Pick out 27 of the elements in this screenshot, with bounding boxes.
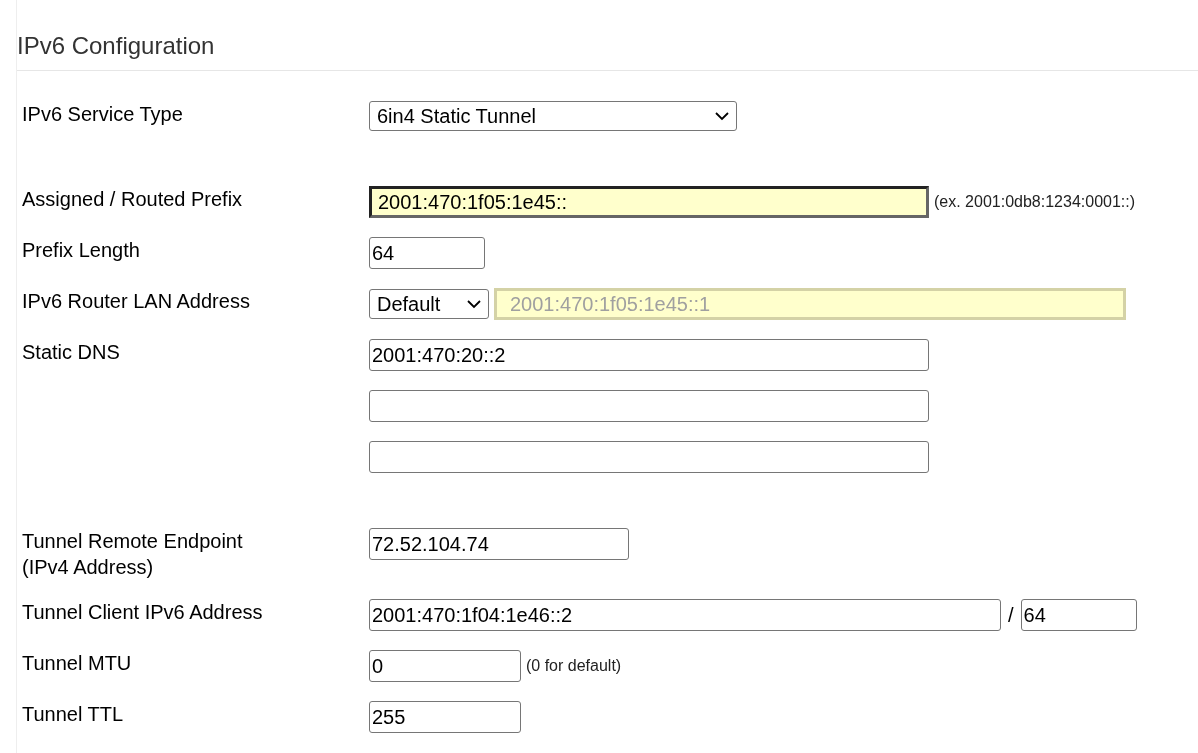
input-field[interactable]: [369, 441, 929, 473]
section-title: IPv6 Configuration: [17, 31, 215, 61]
slash-separator: /: [1007, 603, 1015, 628]
input-field[interactable]: 64: [369, 237, 485, 269]
field-label: Static DNS: [22, 340, 120, 365]
field-label: Assigned / Routed Prefix: [22, 187, 243, 212]
hint-text: (0 for default): [526, 656, 622, 676]
input-field[interactable]: [369, 390, 929, 422]
input-field[interactable]: 72.52.104.74: [369, 528, 629, 560]
field-label: Tunnel MTU: [22, 651, 132, 676]
input-field[interactable]: 64: [1020, 599, 1137, 631]
dropdown[interactable]: 6in4 Static Tunnel: [369, 101, 737, 131]
field-label: Tunnel Remote Endpoint (IPv4 Address): [22, 529, 243, 580]
input-field[interactable]: 2001:470:20::2: [369, 339, 929, 371]
input-field[interactable]: 2001:470:1f05:1e45::: [369, 186, 929, 218]
field-label: IPv6 Service Type: [22, 102, 183, 127]
input-field[interactable]: 255: [369, 701, 521, 733]
dropdown[interactable]: Default: [369, 289, 489, 319]
field-label: IPv6 Router LAN Address: [22, 289, 250, 314]
chevron-down-icon: [467, 299, 481, 309]
input-field[interactable]: 0: [369, 650, 521, 682]
field-label: Prefix Length: [22, 238, 140, 263]
chevron-down-icon: [715, 111, 729, 121]
input-field[interactable]: 2001:470:1f04:1e46::2: [369, 599, 1001, 631]
field-label: Tunnel Client IPv6 Address: [22, 600, 263, 625]
hint-text: (ex. 2001:0db8:1234:0001::): [934, 192, 1136, 212]
field-label: Tunnel TTL: [22, 702, 124, 727]
